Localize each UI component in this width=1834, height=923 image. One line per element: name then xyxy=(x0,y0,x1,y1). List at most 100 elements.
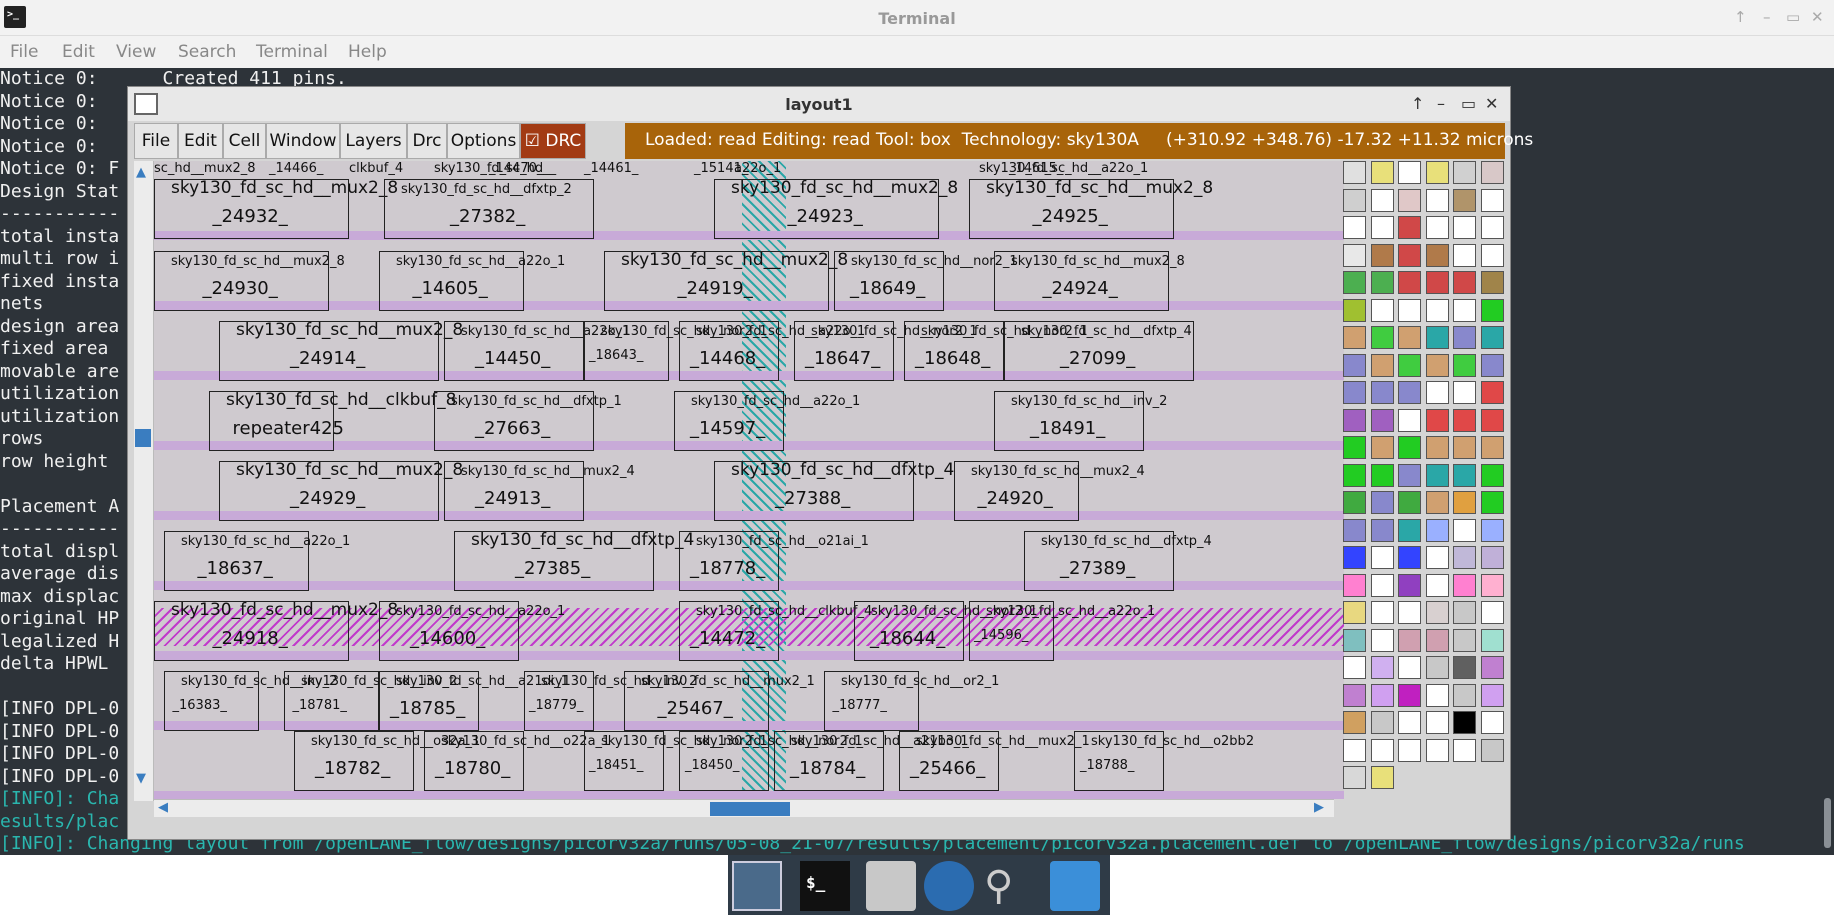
layer-swatch[interactable] xyxy=(1480,298,1504,322)
search-icon[interactable]: ⚲ xyxy=(984,861,1034,911)
std-cell[interactable]: sky130_fd_sc_hd__nor2_1 _18643_ xyxy=(584,321,768,381)
terminal-menu-terminal[interactable]: Terminal xyxy=(256,42,328,62)
terminal-menu-help[interactable]: Help xyxy=(348,42,387,62)
layer-swatch[interactable] xyxy=(1453,601,1476,624)
std-cell[interactable]: sky130_fd_sc_hd__mux2_8 _24932_ xyxy=(154,178,398,239)
layer-swatch[interactable] xyxy=(1425,518,1449,542)
horizontal-scroll-thumb[interactable] xyxy=(710,802,790,816)
std-cell[interactable]: sky130_fd_sc_hd__mux2_4 _24920_ xyxy=(954,461,1145,521)
std-cell[interactable]: sky130_fd_sc_hd__mux2_8 _24929_ xyxy=(219,460,463,521)
layout-up-icon[interactable]: ↑ xyxy=(1411,94,1424,113)
layer-swatch[interactable] xyxy=(1398,491,1421,514)
scroll-right-icon[interactable]: ▶ xyxy=(1314,800,1324,815)
layer-swatch[interactable] xyxy=(1398,271,1421,294)
layer-swatch[interactable] xyxy=(1398,161,1421,184)
terminal-menu-view[interactable]: View xyxy=(116,42,156,62)
layer-swatch[interactable] xyxy=(1343,188,1366,212)
layer-swatch[interactable] xyxy=(1343,271,1366,294)
layer-swatch[interactable] xyxy=(1370,656,1394,679)
layout-canvas[interactable]: sky130_fd_sc_hd__mux2_8 _24932_ sky130_fd_… xyxy=(154,161,1344,799)
layer-swatch[interactable] xyxy=(1398,601,1421,624)
layer-swatch[interactable] xyxy=(1398,243,1421,267)
scroll-left-icon[interactable]: ◀ xyxy=(158,800,168,815)
layout-minimize-button[interactable]: – xyxy=(1437,94,1445,113)
std-cell[interactable]: sky130_fd_sc_hd__mux2_4 _24913_ xyxy=(444,461,635,521)
std-cell[interactable]: sky130_fd_sc_hd__a21oi_1 _18785_ xyxy=(379,671,569,731)
std-cell[interactable]: sky130_fd_sc_hd__mux2_1 _25467_ xyxy=(624,671,815,731)
layer-swatch[interactable] xyxy=(1343,766,1366,789)
layer-swatch[interactable] xyxy=(1398,463,1421,487)
layout-menu-layers[interactable]: Layers xyxy=(340,123,407,159)
layer-swatch[interactable] xyxy=(1343,436,1366,459)
layer-swatch[interactable] xyxy=(1480,463,1504,487)
layer-swatch[interactable] xyxy=(1453,656,1476,679)
layer-swatch[interactable] xyxy=(1343,738,1366,762)
layer-swatch[interactable] xyxy=(1425,298,1449,322)
layer-swatch[interactable] xyxy=(1398,436,1421,459)
scroll-down-icon[interactable]: ▼ xyxy=(136,771,146,786)
layer-swatch[interactable] xyxy=(1425,408,1449,432)
layout-menu-edit[interactable]: Edit xyxy=(178,123,223,159)
terminal-menu-edit[interactable]: Edit xyxy=(62,42,95,62)
terminal-up-icon[interactable]: ↑ xyxy=(1734,8,1747,26)
layer-swatch[interactable] xyxy=(1453,628,1476,652)
layer-swatch[interactable] xyxy=(1398,353,1421,377)
layer-swatch[interactable] xyxy=(1453,381,1476,404)
layer-swatch[interactable] xyxy=(1398,518,1421,542)
layer-swatch[interactable] xyxy=(1343,518,1366,542)
desktop-icon[interactable] xyxy=(732,861,782,911)
std-cell[interactable]: sky130_fd_sc_hd__dfxtp_1 _27663_ xyxy=(434,391,622,451)
layer-swatch[interactable] xyxy=(1370,601,1394,624)
layout-menu-drc[interactable]: Drc xyxy=(407,123,447,159)
layer-swatch[interactable] xyxy=(1343,353,1366,377)
layer-swatch[interactable] xyxy=(1453,161,1476,184)
layer-swatch[interactable] xyxy=(1453,738,1476,762)
layer-swatch[interactable] xyxy=(1398,381,1421,404)
terminal-menu-file[interactable]: File xyxy=(10,42,38,62)
layer-swatch[interactable] xyxy=(1343,161,1366,184)
layer-swatch[interactable] xyxy=(1398,711,1421,734)
std-cell[interactable]: sky130_fd_sc_hd__a22o_1 _14468_ xyxy=(679,321,865,381)
layer-swatch[interactable] xyxy=(1398,216,1421,239)
files-folder-icon[interactable] xyxy=(1050,861,1100,911)
layer-swatch[interactable] xyxy=(1370,436,1394,459)
layer-swatch[interactable] xyxy=(1398,326,1421,349)
layer-swatch[interactable] xyxy=(1480,656,1504,679)
horizontal-scrollbar[interactable]: ◀ ▶ xyxy=(154,799,1334,817)
std-cell[interactable]: sky130_fd_sc_hd__a21bo_1 _18784_ xyxy=(774,731,969,791)
std-cell[interactable]: sky130_fd_sc_hd__o2bb2 _18788_ xyxy=(1074,731,1254,791)
layer-swatch[interactable] xyxy=(1480,518,1504,542)
layer-swatch[interactable] xyxy=(1370,271,1394,294)
layer-swatch[interactable] xyxy=(1370,711,1394,734)
layer-swatch[interactable] xyxy=(1343,326,1366,349)
layer-swatch[interactable] xyxy=(1480,216,1504,239)
layer-swatch[interactable] xyxy=(1480,573,1504,597)
std-cell[interactable]: sky130_fd_sc_hd__a22o_1 _14600_ xyxy=(379,601,565,661)
layer-swatch[interactable] xyxy=(1370,381,1394,404)
layer-swatch[interactable] xyxy=(1370,573,1394,597)
layer-swatch[interactable] xyxy=(1343,683,1366,707)
layer-swatch[interactable] xyxy=(1425,188,1449,212)
std-cell[interactable]: sky130_fd_sc_hd__a22o_1 _14596_ xyxy=(969,601,1155,661)
layout-menu-window[interactable]: Window xyxy=(266,123,340,159)
std-cell[interactable]: sky130_fd_sc_hd__mux2_8 _24924_ xyxy=(994,251,1185,311)
layout-menu-options[interactable]: Options xyxy=(447,123,520,159)
layer-swatch[interactable] xyxy=(1398,573,1421,597)
layer-swatch[interactable] xyxy=(1480,711,1504,734)
layer-swatch[interactable] xyxy=(1425,683,1449,707)
std-cell[interactable]: sky130_fd_sc_hd__inv_2 _18491_ xyxy=(994,391,1167,451)
terminal-scrollbar[interactable] xyxy=(1820,68,1834,855)
terminal-maximize-button[interactable]: ▭ xyxy=(1786,8,1800,26)
std-cell[interactable]: sky130_fd_sc_hd__o21ai_1 _18778_ xyxy=(679,531,869,591)
layer-swatch[interactable] xyxy=(1398,738,1421,762)
layer-swatch[interactable] xyxy=(1425,161,1449,184)
layer-swatch[interactable] xyxy=(1343,216,1366,239)
layer-swatch[interactable] xyxy=(1425,271,1449,294)
drc-toggle[interactable]: ☑ DRC xyxy=(520,123,586,159)
std-cell[interactable]: sky130_fd_sc_hd__mux2_8 _24923_ xyxy=(714,178,958,239)
layer-swatch[interactable] xyxy=(1453,436,1476,459)
terminal-minimize-button[interactable]: – xyxy=(1763,8,1771,26)
layer-swatch[interactable] xyxy=(1425,216,1449,239)
layer-swatch[interactable] xyxy=(1425,436,1449,459)
scroll-up-icon[interactable]: ▲ xyxy=(136,165,146,180)
